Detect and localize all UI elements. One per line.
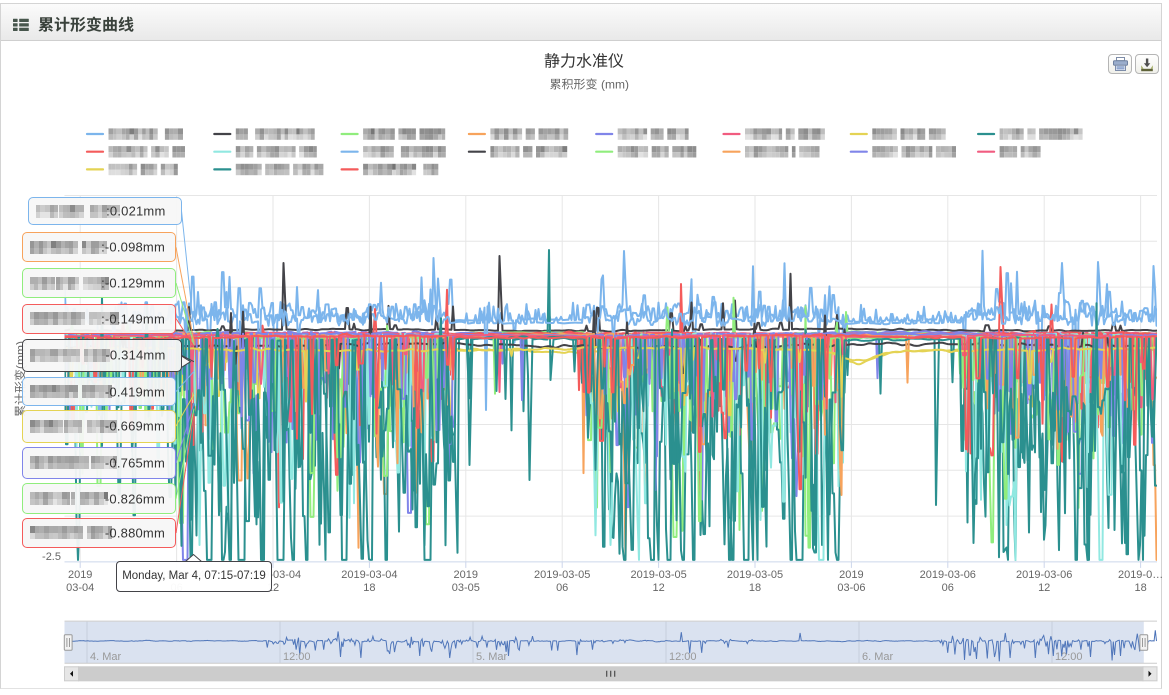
svg-text:12:00: 12:00 bbox=[283, 651, 311, 663]
svg-text:12:00: 12:00 bbox=[669, 651, 697, 663]
svg-text:6. Mar: 6. Mar bbox=[862, 651, 894, 663]
svg-text:12: 12 bbox=[652, 582, 664, 594]
svg-text:(mm): (mm) bbox=[601, 78, 629, 92]
svg-text:03-06: 03-06 bbox=[837, 582, 865, 594]
svg-text:2019-03-06: 2019-03-06 bbox=[920, 569, 976, 581]
svg-text:2019-03-05: 2019-03-05 bbox=[534, 569, 590, 581]
svg-text:2019-03-04: 2019-03-04 bbox=[341, 569, 397, 581]
svg-text:-2.5: -2.5 bbox=[42, 551, 61, 563]
svg-text:18: 18 bbox=[363, 582, 375, 594]
svg-text:03-04: 03-04 bbox=[66, 582, 94, 594]
svg-text:2019-03-05: 2019-03-05 bbox=[630, 569, 686, 581]
svg-text:12: 12 bbox=[1038, 582, 1050, 594]
svg-text:4. Mar: 4. Mar bbox=[90, 651, 122, 663]
svg-text:5. Mar: 5. Mar bbox=[476, 651, 508, 663]
svg-text:06: 06 bbox=[942, 582, 954, 594]
svg-text:03-05: 03-05 bbox=[452, 582, 480, 594]
svg-text:18: 18 bbox=[1134, 582, 1146, 594]
svg-text:2019: 2019 bbox=[68, 569, 92, 581]
svg-text:2019-03-06: 2019-03-06 bbox=[1016, 569, 1072, 581]
svg-text:2019: 2019 bbox=[839, 569, 863, 581]
svg-text:06: 06 bbox=[556, 582, 568, 594]
svg-text:2019-0…: 2019-0… bbox=[1118, 569, 1163, 581]
svg-text:2019-03-05: 2019-03-05 bbox=[727, 569, 783, 581]
svg-text:2019: 2019 bbox=[454, 569, 478, 581]
svg-text:12:00: 12:00 bbox=[1055, 651, 1083, 663]
svg-text:18: 18 bbox=[749, 582, 761, 594]
